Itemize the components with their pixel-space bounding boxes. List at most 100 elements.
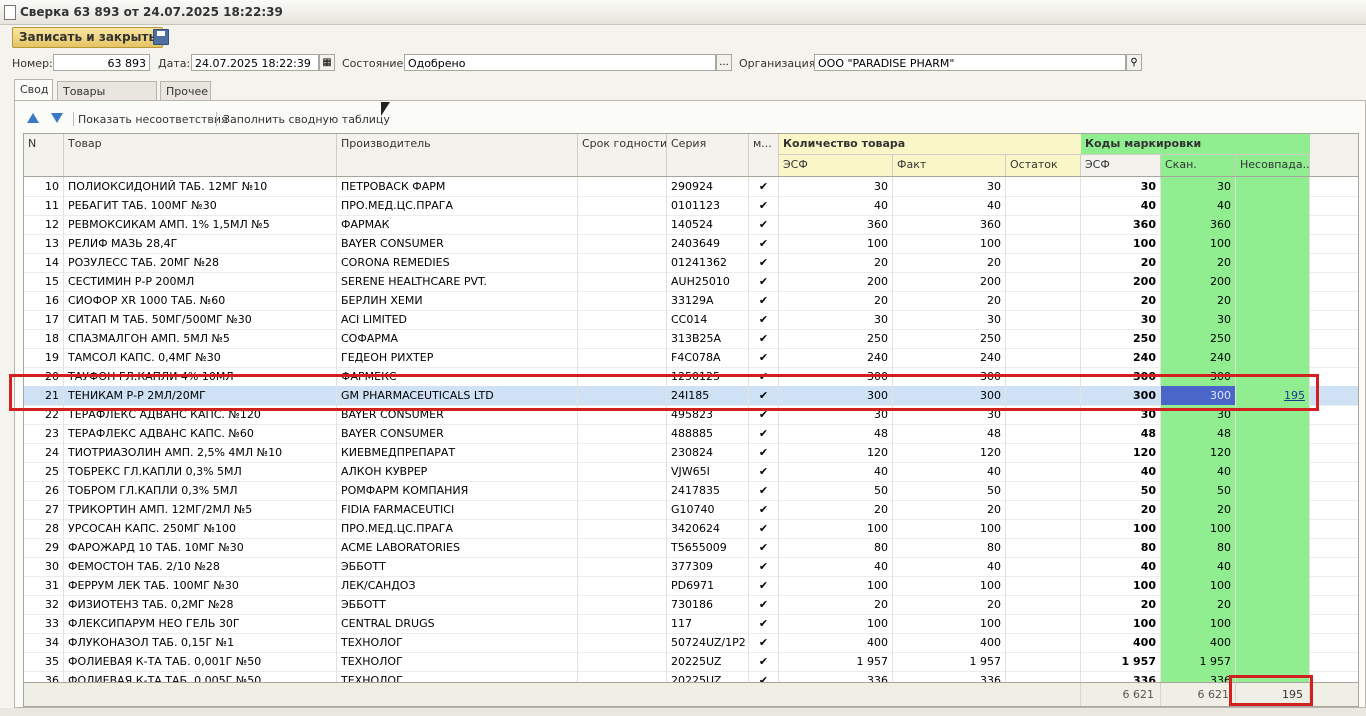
cell-series: 24I185 — [667, 386, 749, 405]
table-row[interactable]: 33 ФЛЕКСИПАРУМ НЕО ГЕЛЬ 30Г CENTRAL DRUGS 1… — [24, 614, 1358, 634]
table-row[interactable]: 19 ТАМСОЛ КАПС. 0,4МГ №30 ГЕДЕОН РИХТЕР F4C… — [24, 348, 1358, 368]
table-row[interactable]: 26 ТОБРОМ ГЛ.КАПЛИ 0,3% 5МЛ РОМФАРМ КОМПАН… — [24, 481, 1358, 501]
move-up-icon[interactable] — [27, 113, 39, 123]
cell-product: ТИОТРИАЗОЛИН АМП. 2,5% 4МЛ №10 — [64, 443, 337, 462]
table-row[interactable]: 12 РЕВМОКСИКАМ АМП. 1% 1,5МЛ №5 ФАРМАК 1405… — [24, 215, 1358, 235]
grid-header: N Товар Производитель Срок годности Сери… — [24, 134, 1358, 177]
table-row[interactable]: 36 ФОЛИЕВАЯ К-ТА ТАБ. 0,005Г №50 ТЕХНОЛОГ 2… — [24, 671, 1358, 682]
table-row[interactable]: 16 СИОФОР XR 1000 ТАБ. №60 БЕРЛИН ХЕМИ 3312… — [24, 291, 1358, 311]
cell-qty-esf: 80 — [779, 538, 893, 557]
cell-codes-mismatch — [1236, 576, 1310, 595]
cell-product: ТОБРОМ ГЛ.КАПЛИ 0,3% 5МЛ — [64, 481, 337, 500]
cell-expiry — [578, 348, 667, 367]
cell-series: CC014 — [667, 310, 749, 329]
cell-codes-scan: 400 — [1161, 633, 1236, 652]
cell-codes-esf: 100 — [1081, 234, 1161, 253]
table-row[interactable]: 27 ТРИКОРТИН АМП. 12МГ/2МЛ №5 FIDIA FARMAC… — [24, 500, 1358, 520]
check-icon: ✔ — [749, 177, 779, 196]
col-qty-fact[interactable]: Факт — [893, 155, 1006, 176]
col-n[interactable]: N — [24, 134, 64, 176]
tab-other[interactable]: Прочее — [160, 81, 211, 100]
state-field[interactable]: Одобрено — [404, 54, 716, 71]
check-icon: ✔ — [749, 291, 779, 310]
move-down-icon[interactable] — [51, 113, 63, 123]
col-codes-scan[interactable]: Скан. — [1161, 155, 1236, 176]
cell-codes-scan: 100 — [1161, 614, 1236, 633]
save-and-close-button[interactable]: Записать и закрыть — [12, 27, 164, 48]
table-row[interactable]: 11 РЕБАГИТ ТАБ. 100МГ №30 ПРО.МЕД.ЦС.ПРАГА… — [24, 196, 1358, 216]
cell-qty-esf: 360 — [779, 215, 893, 234]
number-field[interactable]: 63 893 — [53, 54, 150, 71]
cell-qty-rest — [1006, 367, 1081, 386]
cell-series: 495823 — [667, 405, 749, 424]
number-label: Номер: — [12, 57, 53, 70]
cell-product: РЕЛИФ МАЗЬ 28,4Г — [64, 234, 337, 253]
cell-qty-rest — [1006, 405, 1081, 424]
show-mismatch-button[interactable]: Показать несоответствия — [78, 113, 228, 126]
cell-qty-fact: 1 957 — [893, 652, 1006, 671]
table-row[interactable]: 25 ТОБРЕКС ГЛ.КАПЛИ 0,3% 5МЛ АЛКОН КУВРЕР V… — [24, 462, 1358, 482]
cell-codes-mismatch — [1236, 367, 1310, 386]
cell-product: ПОЛИОКСИДОНИЙ ТАБ. 12МГ №10 — [64, 177, 337, 196]
table-row[interactable]: 20 ТАУФОН ГЛ.КАПЛИ 4% 10МЛ ФАРМЕКС 1250125 ✔… — [24, 367, 1358, 387]
cell-product: СИОФОР XR 1000 ТАБ. №60 — [64, 291, 337, 310]
cell-qty-rest — [1006, 557, 1081, 576]
cell-series: VJW65I — [667, 462, 749, 481]
table-row[interactable]: 31 ФЕРРУМ ЛЕК ТАБ. 100МГ №30 ЛЕК/САНДОЗ PD6… — [24, 576, 1358, 596]
cell-product: РЕБАГИТ ТАБ. 100МГ №30 — [64, 196, 337, 215]
cell-codes-mismatch[interactable]: 195 — [1236, 386, 1310, 405]
cell-manufacturer: ТЕХНОЛОГ — [337, 652, 578, 671]
col-manufacturer[interactable]: Производитель — [337, 134, 578, 176]
col-qty-esf[interactable]: ЭСФ — [779, 155, 893, 176]
table-row[interactable]: 35 ФОЛИЕВАЯ К-ТА ТАБ. 0,001Г №50 ТЕХНОЛОГ 2… — [24, 652, 1358, 672]
col-codes-esf[interactable]: ЭСФ — [1081, 155, 1161, 176]
table-row[interactable]: 17 СИТАП М ТАБ. 50МГ/500МГ №30 ACI LIMITED… — [24, 310, 1358, 330]
cell-qty-rest — [1006, 291, 1081, 310]
floppy-disk-icon[interactable] — [153, 29, 169, 45]
cell-qty-rest — [1006, 310, 1081, 329]
fill-summary-button[interactable]: Заполнить сводную таблицу — [223, 113, 390, 126]
cell-expiry — [578, 500, 667, 519]
cell-codes-esf: 20 — [1081, 291, 1161, 310]
table-row[interactable]: 15 СЕСТИМИН Р-Р 200МЛ SERENE HEALTHCARE PV… — [24, 272, 1358, 292]
table-row[interactable]: 23 ТЕРАФЛЕКС АДВАНС КАПС. №60 BAYER CONSUM… — [24, 424, 1358, 444]
table-row[interactable]: 21 ТЕНИКАМ Р-Р 2МЛ/20МГ GM PHARMACEUTICALS… — [24, 386, 1358, 406]
table-row[interactable]: 29 ФАРОЖАРД 10 ТАБ. 10МГ №30 ACME LABORATO… — [24, 538, 1358, 558]
cell-qty-fact: 100 — [893, 234, 1006, 253]
table-row[interactable]: 13 РЕЛИФ МАЗЬ 28,4Г BAYER CONSUMER 2403649 ✔… — [24, 234, 1358, 254]
cell-codes-scan: 48 — [1161, 424, 1236, 443]
cell-codes-mismatch — [1236, 633, 1310, 652]
cell-qty-fact: 100 — [893, 576, 1006, 595]
cell-codes-scan: 20 — [1161, 595, 1236, 614]
table-row[interactable]: 22 ТЕРАФЛЕКС АДВАНС КАПС. №120 BAYER CONSU… — [24, 405, 1358, 425]
cell-codes-mismatch — [1236, 253, 1310, 272]
organization-label: Организация: — [739, 57, 820, 70]
col-expiry[interactable]: Срок годности — [578, 134, 667, 176]
search-icon[interactable]: ⚲ — [1126, 54, 1142, 71]
table-row[interactable]: 28 УРСОСАН КАПС. 250МГ №100 ПРО.МЕД.ЦС.ПРА… — [24, 519, 1358, 539]
organization-field[interactable]: ООО "PARADISE PHARM" — [814, 54, 1126, 71]
tab-summary[interactable]: Свод — [14, 79, 53, 101]
table-row[interactable]: 34 ФЛУКОНАЗОЛ ТАБ. 0,15Г №1 ТЕХНОЛОГ 50724U… — [24, 633, 1358, 653]
calendar-icon[interactable]: ▦ — [319, 54, 335, 71]
col-product[interactable]: Товар — [64, 134, 337, 176]
table-row[interactable]: 18 СПАЗМАЛГОН АМП. 5МЛ №5 СОФАРМА 313B25A ✔ 2… — [24, 329, 1358, 349]
table-row[interactable]: 14 РОЗУЛЕСС ТАБ. 20МГ №28 CORONA REMEDIES 0… — [24, 253, 1358, 273]
state-select-button[interactable]: ... — [716, 54, 732, 71]
tab-invoice-goods[interactable]: Товары фактуры — [57, 81, 157, 117]
col-series[interactable]: Серия — [667, 134, 749, 176]
cell-codes-mismatch — [1236, 443, 1310, 462]
table-row[interactable]: 10 ПОЛИОКСИДОНИЙ ТАБ. 12МГ №10 ПЕТРОВАСК Ф… — [24, 177, 1358, 197]
table-row[interactable]: 32 ФИЗИОТЕНЗ ТАБ. 0,2МГ №28 ЭББОТТ 730186 ✔ 2… — [24, 595, 1358, 615]
col-qty-rest[interactable]: Остаток — [1006, 155, 1081, 176]
col-codes-mismatch[interactable]: Несовпада... — [1236, 155, 1310, 176]
table-row[interactable]: 30 ФЕМОСТОН ТАБ. 2/10 №28 ЭББОТТ 377309 ✔ 40 4… — [24, 557, 1358, 577]
table-row[interactable]: 24 ТИОТРИАЗОЛИН АМП. 2,5% 4МЛ №10 КИЕВМЕДП… — [24, 443, 1358, 463]
cell-series: 01241362 — [667, 253, 749, 272]
total-codes-scan: 6 621 — [1161, 683, 1236, 706]
cell-qty-fact: 80 — [893, 538, 1006, 557]
date-field[interactable]: 24.07.2025 18:22:39 — [191, 54, 319, 71]
cell-qty-esf: 100 — [779, 234, 893, 253]
cell-manufacturer: СОФАРМА — [337, 329, 578, 348]
col-m[interactable]: м... — [749, 134, 779, 176]
